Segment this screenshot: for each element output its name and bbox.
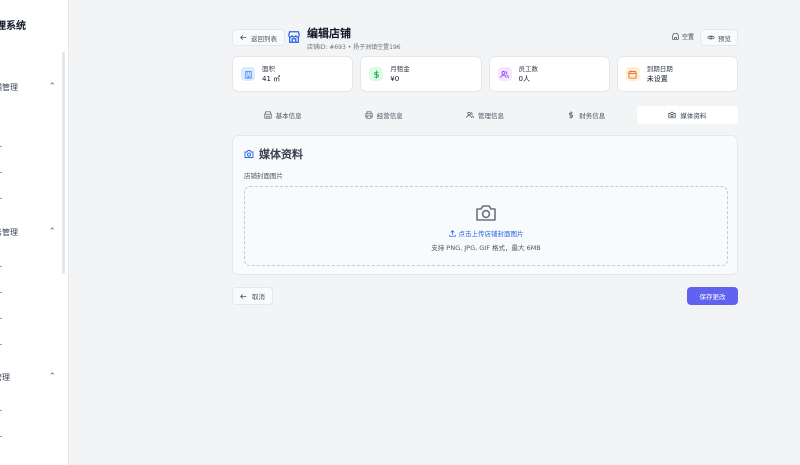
stat-label: 到期日期 xyxy=(646,64,673,73)
page-title: 编辑店铺 xyxy=(307,27,351,40)
chevron-up-icon: ⌃ xyxy=(48,372,56,382)
stat-card-expiry: 到期日期 未设置 xyxy=(616,56,738,92)
sidebar-item[interactable] xyxy=(0,436,2,437)
sidebar-group-label: 务管理 xyxy=(0,228,18,237)
sidebar-item[interactable] xyxy=(0,344,2,345)
printer-icon xyxy=(365,111,373,119)
tab-media[interactable]: 媒体资料 xyxy=(636,106,739,124)
cover-image-label: 店铺封面图片 xyxy=(244,172,283,180)
sidebar-item[interactable] xyxy=(0,266,2,267)
stat-label: 员工数 xyxy=(518,64,539,73)
preview-button[interactable]: 预览 xyxy=(700,29,738,46)
store-icon xyxy=(264,111,272,119)
sidebar-item[interactable] xyxy=(0,292,2,293)
tab-business-info[interactable]: 经营信息 xyxy=(333,106,434,124)
tab-basic-info[interactable]: 基本信息 xyxy=(232,106,333,124)
upload-icon xyxy=(448,229,456,237)
upload-link[interactable]: 点击上传店铺封面图片 xyxy=(448,228,524,238)
sidebar-group-business[interactable]: 务管理 ⌃ xyxy=(0,227,56,243)
users-icon xyxy=(497,67,512,81)
camera-icon xyxy=(668,111,676,119)
page-subtitle: 店铺ID: #693 • 扬子洲镇空置196 xyxy=(307,44,401,51)
arrow-left-icon xyxy=(240,293,247,299)
sidebar-item[interactable] xyxy=(0,410,2,411)
upload-hint: 支持 PNG, JPG, GIF 格式，最大 6MB xyxy=(431,244,541,252)
chevron-up-icon: ⌃ xyxy=(48,82,56,92)
tab-finance-info[interactable]: 财务信息 xyxy=(536,106,637,124)
building-icon xyxy=(241,67,255,81)
status-badge: 空置 xyxy=(672,32,694,41)
eye-icon xyxy=(707,35,715,40)
stat-label: 面积 xyxy=(262,64,275,73)
camera-icon xyxy=(476,205,496,221)
back-label: 返回列表 xyxy=(251,34,277,43)
users-icon xyxy=(466,111,474,119)
tab-management-info[interactable]: 管理信息 xyxy=(434,106,535,124)
stat-label: 月租金 xyxy=(390,64,410,73)
calendar-icon xyxy=(625,67,640,81)
cover-image-upload-dropzone[interactable]: 点击上传店铺封面图片 支持 PNG, JPG, GIF 格式，最大 6MB xyxy=(244,186,728,266)
sidebar: 理系统 铺管理 ⌃ 务管理 ⌃ 管理 ⌃ xyxy=(0,0,69,465)
stat-card-area: 面积 41 ㎡ xyxy=(232,56,354,92)
page-header: 返回列表 编辑店铺 店铺ID: #693 • 扬子洲镇空置196 空置 预览 xyxy=(232,27,738,51)
tab-bar: 基本信息 经营信息 管理信息 财务信息 媒体资料 xyxy=(232,106,739,124)
tab-label: 基本信息 xyxy=(275,112,302,120)
save-label: 保存更改 xyxy=(699,293,726,301)
save-button[interactable]: 保存更改 xyxy=(687,287,738,305)
stat-value: 未设置 xyxy=(646,74,668,83)
tab-label: 媒体资料 xyxy=(680,112,707,120)
stat-value: 41 ㎡ xyxy=(262,74,281,83)
title-block: 编辑店铺 店铺ID: #693 • 扬子洲镇空置196 xyxy=(287,27,401,51)
section-title-label: 媒体资料 xyxy=(259,148,303,161)
sidebar-item[interactable] xyxy=(0,146,2,147)
stat-card-rent: 月租金 ¥0 xyxy=(360,56,482,92)
chevron-up-icon: ⌃ xyxy=(48,227,56,237)
dollar-icon xyxy=(569,111,574,119)
sidebar-group-label: 铺管理 xyxy=(0,83,18,92)
upload-link-label: 点击上传店铺封面图片 xyxy=(458,230,524,238)
main-content: 返回列表 编辑店铺 店铺ID: #693 • 扬子洲镇空置196 空置 预览 面… xyxy=(69,0,800,465)
sidebar-item[interactable] xyxy=(0,172,2,173)
sidebar-scrollbar[interactable] xyxy=(62,52,65,274)
back-to-list-button[interactable]: 返回列表 xyxy=(232,29,285,46)
camera-icon xyxy=(244,150,254,158)
cancel-label: 取消 xyxy=(252,293,265,301)
cancel-button[interactable]: 取消 xyxy=(232,287,273,305)
stats-row: 面积 41 ㎡ 月租金 ¥0 员工数 0人 到期日期 未设置 xyxy=(232,56,738,92)
tab-label: 管理信息 xyxy=(478,112,504,120)
store-icon xyxy=(672,33,679,40)
status-label: 空置 xyxy=(682,34,695,41)
sidebar-group-admin[interactable]: 管理 ⌃ xyxy=(0,372,56,388)
stat-value: 0人 xyxy=(518,74,530,83)
section-title: 媒体资料 xyxy=(244,146,303,162)
media-card: 媒体资料 店铺封面图片 点击上传店铺封面图片 支持 PNG, JPG, GIF … xyxy=(232,135,738,275)
sidebar-group-label: 管理 xyxy=(0,373,10,382)
store-icon xyxy=(288,31,300,43)
sidebar-item[interactable] xyxy=(0,198,2,199)
arrow-left-icon xyxy=(240,35,247,40)
stat-card-staff: 员工数 0人 xyxy=(488,56,610,92)
tab-label: 财务信息 xyxy=(579,112,606,120)
preview-label: 预览 xyxy=(718,34,731,43)
stat-value: ¥0 xyxy=(390,74,400,83)
sidebar-group-shop[interactable]: 铺管理 ⌃ xyxy=(0,82,56,98)
sidebar-item[interactable] xyxy=(0,318,2,319)
dollar-icon xyxy=(369,67,384,81)
sidebar-brand: 理系统 xyxy=(0,21,26,32)
tab-label: 经营信息 xyxy=(376,112,403,120)
